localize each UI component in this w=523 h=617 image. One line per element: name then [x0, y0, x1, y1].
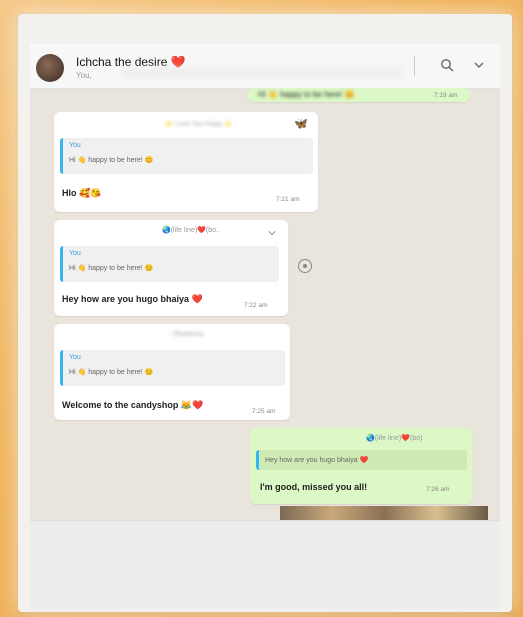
message-text: Hey how are you hugo bhaiya ❤️: [62, 294, 203, 304]
message-bubble[interactable]: ✨ Love You Papa ✨ 🦋 You Hi 👋 happy to be…: [54, 112, 318, 212]
sender-name: 🌏(life line)❤️(bo..: [162, 227, 220, 234]
butterfly-icon: 🦋: [294, 118, 308, 130]
quoted-message[interactable]: Hey how are you hugo bhaiya ❤️: [256, 450, 467, 470]
message-bubble[interactable]: 🌏(life line)❤️(bo.. You Hi 👋 happy to be…: [54, 220, 288, 316]
message-time: 7:21 am: [276, 196, 300, 203]
chat-header[interactable]: Ichcha the desire ❤️ You,: [30, 44, 500, 89]
message-bubble-partial[interactable]: Hi 👋 happy to be here! 😊 7:19 am: [248, 88, 470, 102]
image-message-thumbnail[interactable]: [280, 506, 488, 520]
message-time: 7:26 am: [426, 486, 450, 493]
message-text: Hlo 🥰😘: [62, 188, 102, 198]
quote-sender: You: [69, 250, 81, 257]
participants-subtitle: You,: [76, 71, 92, 80]
blurred-participants: [122, 68, 402, 78]
contact-name-text: Ichcha the desire: [76, 55, 168, 69]
photo-bottom-margin: [30, 520, 500, 609]
sender-name: 🌏(life line)❤️(bo): [366, 435, 423, 442]
search-icon[interactable]: [440, 58, 454, 72]
sender-name: ✨ Love You Papa ✨: [164, 121, 233, 128]
header-divider: [414, 56, 415, 76]
quote-text: Hi 👋 happy to be here! 😊: [69, 265, 154, 272]
message-text: I'm good, missed you all!: [260, 482, 368, 492]
quote-text: Hi 👋 happy to be here! 😊: [69, 369, 154, 376]
message-time: 7:25 am: [252, 408, 276, 415]
message-text: Hi 👋 happy to be here! 😊: [258, 90, 355, 99]
message-bubble-outgoing[interactable]: 🌏(life line)❤️(bo) Hey how are you hugo …: [250, 428, 472, 504]
quote-text: Hey how are you hugo bhaiya ❤️: [265, 457, 369, 464]
quoted-message[interactable]: You Hi 👋 happy to be here! 😊: [60, 350, 285, 386]
message-text: Welcome to the candyshop 😹❤️: [62, 400, 204, 410]
quote-sender: You: [69, 354, 81, 361]
quote-text: Hi 👋 happy to be here! 😊: [69, 157, 154, 164]
sender-name: ~Ekaterina: [170, 331, 204, 338]
quoted-message[interactable]: You Hi 👋 happy to be here! 😊: [60, 246, 279, 282]
forward-icon[interactable]: [298, 259, 312, 273]
chevron-down-icon[interactable]: [474, 60, 484, 70]
message-time: 7:22 am: [244, 302, 268, 309]
chat-window: Ichcha the desire ❤️ You, Hi 👋 happy to …: [30, 44, 500, 520]
quoted-message[interactable]: You Hi 👋 happy to be here! 😊: [60, 138, 313, 174]
heart-emoji: ❤️: [170, 55, 186, 69]
quote-sender: You: [69, 142, 81, 149]
message-bubble[interactable]: ~Ekaterina You Hi 👋 happy to be here! 😊 …: [54, 324, 290, 420]
contact-name[interactable]: Ichcha the desire ❤️: [76, 55, 186, 69]
message-time: 7:19 am: [434, 92, 458, 99]
chevron-down-icon[interactable]: [268, 229, 276, 237]
avatar[interactable]: [36, 54, 64, 82]
